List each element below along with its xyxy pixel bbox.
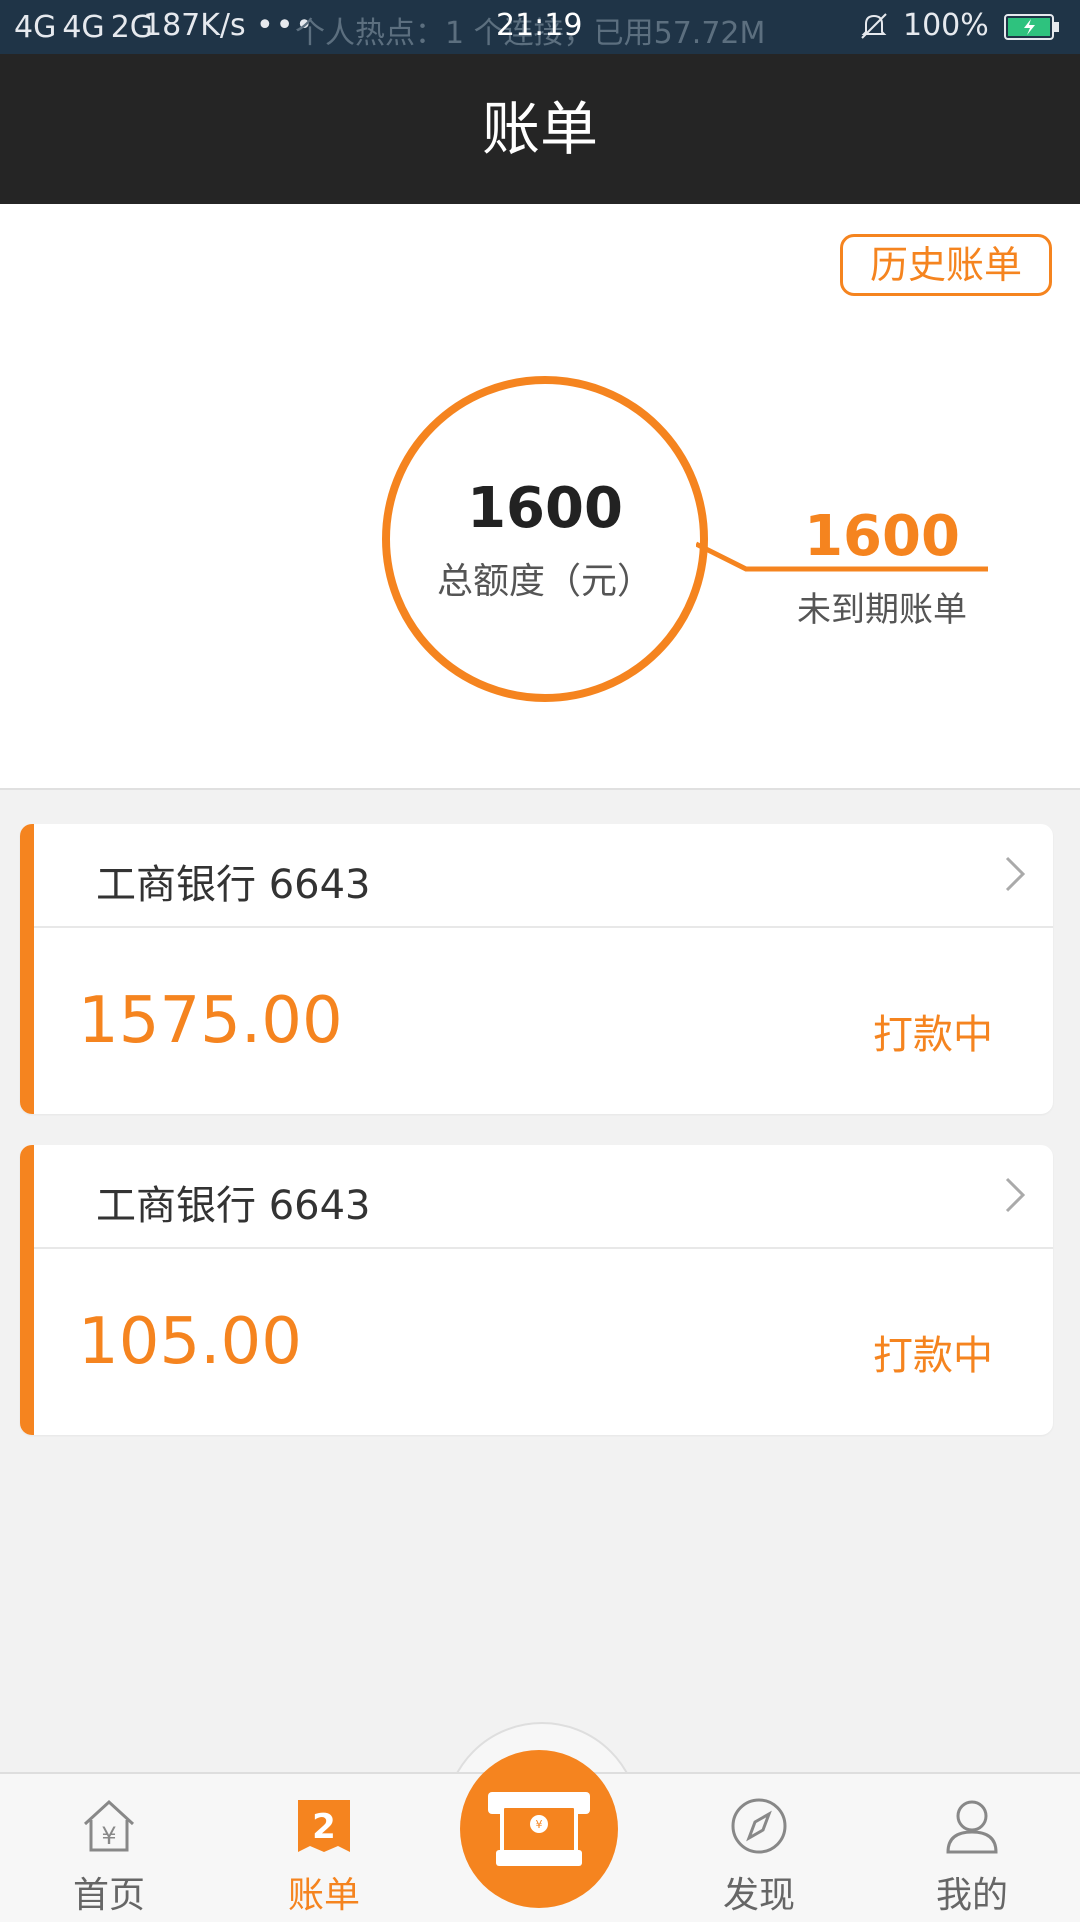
- bill-status: 打款中: [873, 1333, 993, 1379]
- chevron-right-icon[interactable]: [1003, 854, 1027, 894]
- card-accent-bar: [20, 1145, 34, 1435]
- header-bar: 账单: [0, 54, 1080, 204]
- nav-home[interactable]: ¥ 首页: [34, 1774, 184, 1922]
- chevron-right-icon[interactable]: [1003, 1175, 1027, 1215]
- card-accent-bar: [20, 824, 34, 1114]
- nav-discover[interactable]: 发现: [684, 1774, 834, 1922]
- bills-badge-count: 2: [312, 1807, 336, 1847]
- bank-account: 工商银行 6643: [96, 1183, 371, 1229]
- bill-card[interactable]: 工商银行 6643 105.00 打款中: [20, 1145, 1053, 1435]
- user-icon: [946, 1800, 998, 1854]
- cash-withdraw-icon: ¥: [488, 1792, 590, 1866]
- bill-amount: 1575.00: [78, 984, 343, 1058]
- network-type-1: 4G: [14, 10, 57, 45]
- mute-bell-icon: [861, 13, 887, 39]
- undue-bill-value: 1600: [804, 504, 960, 569]
- total-credit-ring: 1600 总额度（元）: [382, 376, 708, 702]
- clock: 21:19: [496, 8, 583, 43]
- bill-amount: 105.00: [78, 1305, 302, 1379]
- nav-discover-label: 发现: [722, 1875, 795, 1916]
- nav-mine-label: 我的: [935, 1875, 1008, 1916]
- bill-card-header[interactable]: 工商银行 6643: [34, 824, 1053, 928]
- undue-bill-label: 未到期账单: [797, 590, 967, 630]
- nav-mine[interactable]: 我的: [897, 1774, 1047, 1922]
- nav-bills[interactable]: 2 账单: [249, 1774, 399, 1922]
- home-yen-icon: ¥: [83, 1799, 135, 1852]
- battery-percentage: 100%: [903, 8, 989, 43]
- status-bar: 4G 4G 2G 187K/s ••• 个人热点：1 个连接，已用57.72M 21…: [0, 0, 1080, 54]
- bills-badge-icon: 2: [298, 1800, 350, 1852]
- signal-indicators: 4G 4G 2G: [14, 10, 159, 45]
- center-cash-button[interactable]: ¥: [460, 1750, 618, 1908]
- network-speed: 187K/s: [143, 8, 246, 43]
- total-credit-label: 总额度（元）: [436, 561, 653, 602]
- bill-card[interactable]: 工商银行 6643 1575.00 打款中: [20, 824, 1053, 1114]
- network-type-2: 4G: [62, 10, 105, 45]
- svg-text:¥: ¥: [101, 1822, 116, 1850]
- bill-status: 打款中: [873, 1012, 993, 1058]
- nav-bills-label: 账单: [287, 1875, 360, 1916]
- compass-icon: [731, 1798, 787, 1854]
- bank-account: 工商银行 6643: [96, 862, 371, 908]
- page-title: 账单: [481, 95, 598, 163]
- credit-summary: 历史账单 1600 总额度（元） 1600 未到期账单: [0, 204, 1080, 790]
- battery-charging-icon: [1004, 14, 1059, 40]
- nav-home-label: 首页: [72, 1875, 145, 1916]
- total-credit-value: 1600: [467, 476, 623, 541]
- history-bills-button[interactable]: 历史账单: [840, 234, 1052, 296]
- bill-card-header[interactable]: 工商银行 6643: [34, 1145, 1053, 1249]
- svg-text:¥: ¥: [536, 1818, 543, 1831]
